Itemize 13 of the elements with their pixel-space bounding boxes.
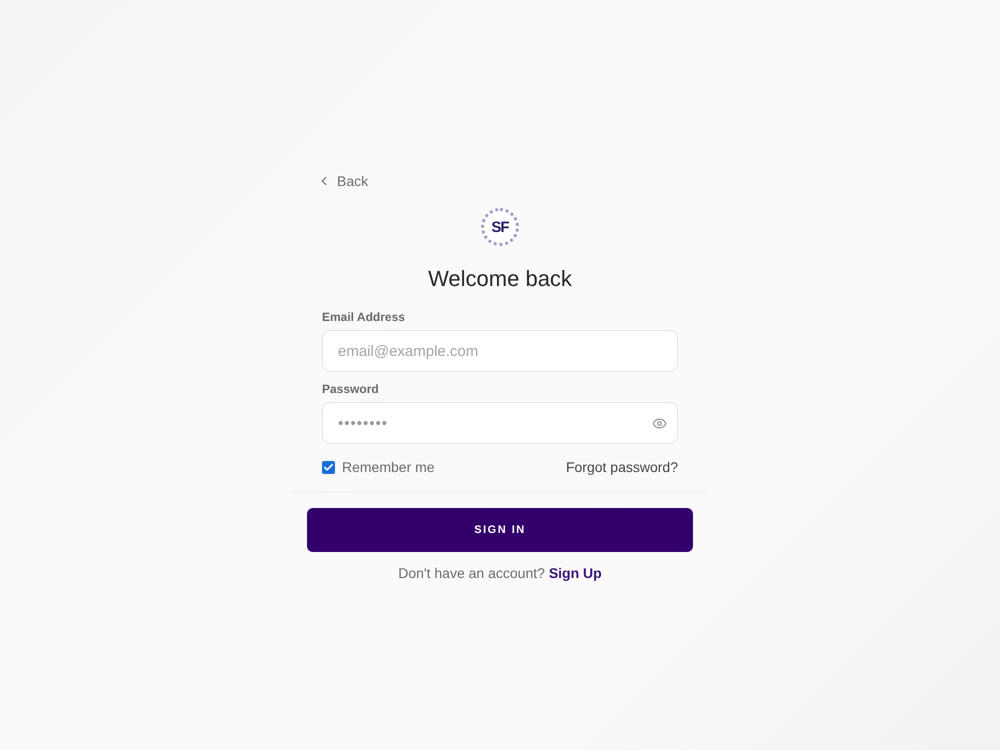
remember-me-checkbox[interactable]: Remember me [322,458,435,476]
field-label: Password [322,382,380,396]
email-field[interactable]: email@example.com [322,330,678,372]
forgot-password-link[interactable]: Forgot password? [566,458,678,476]
field-label: Email Address [322,310,406,324]
signup-prompt: Don't have an account? Sign Up [397,564,603,582]
checkbox-icon[interactable] [322,460,335,474]
logo: SF [481,208,519,246]
page-title: Welcome back [427,266,573,292]
sign-up-link[interactable]: Sign Up [548,565,602,581]
back-link[interactable]: Back [317,172,368,190]
sign-in-button[interactable]: SIGN IN [307,508,693,552]
eye-icon[interactable] [652,416,667,431]
